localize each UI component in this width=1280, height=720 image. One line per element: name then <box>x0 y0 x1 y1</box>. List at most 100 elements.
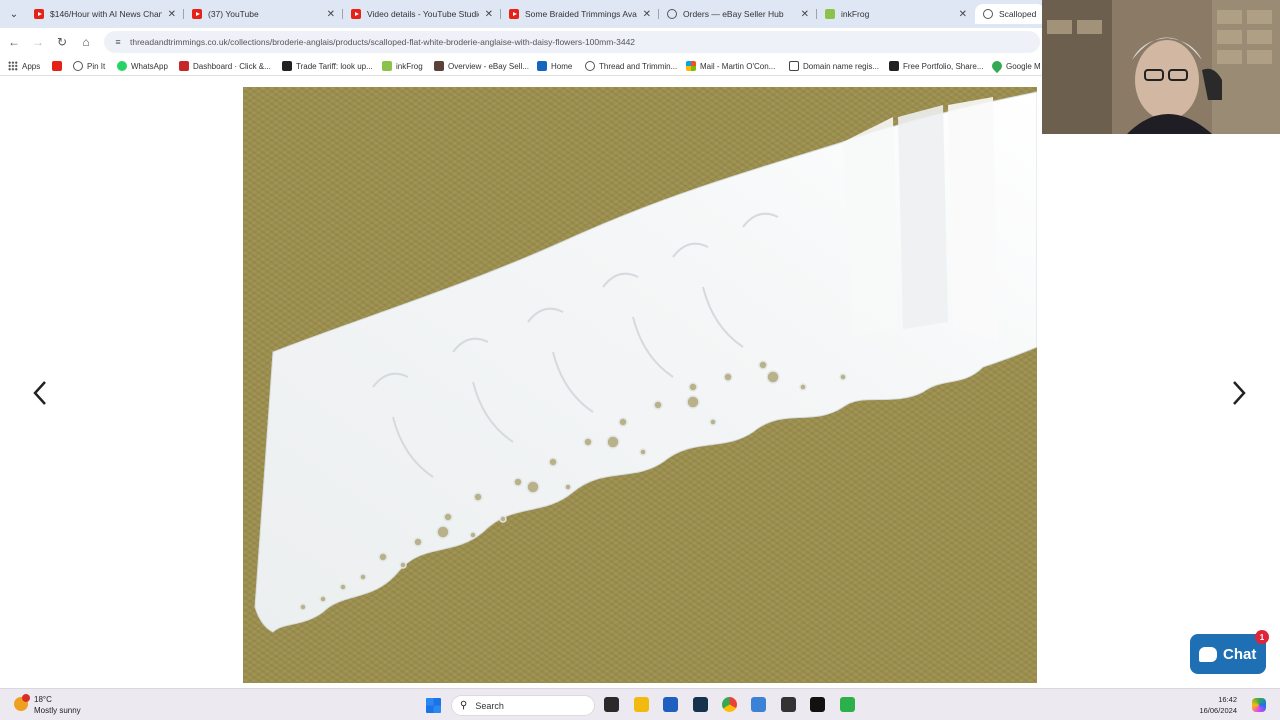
webcam-overlay <box>1042 0 1280 134</box>
clock-time[interactable]: 16:42 <box>1197 695 1237 704</box>
bookmark-youtube[interactable] <box>52 60 66 72</box>
weather-alert-badge <box>22 694 30 702</box>
tab-youtube[interactable]: (37) YouTube ✕ <box>184 4 341 24</box>
tab-title: Orders — eBay Seller Hub <box>683 9 784 19</box>
tab-close-icon[interactable]: ✕ <box>801 9 809 20</box>
bookmark-home[interactable]: Home <box>537 60 572 72</box>
windows-start-icon[interactable] <box>426 698 441 713</box>
chrome-icon[interactable] <box>722 697 737 712</box>
task-view-icon[interactable] <box>604 697 619 712</box>
bookmark-label: Thread and Trimmin... <box>599 61 678 71</box>
tab-braided-trimmings[interactable]: Some Braided Trimmings Availa ✕ <box>501 4 657 24</box>
chevron-left-icon <box>33 381 46 405</box>
reload-icon[interactable]: ↻ <box>54 34 70 50</box>
settings-app-icon[interactable] <box>751 697 766 712</box>
tab-close-icon[interactable]: ✕ <box>959 9 967 20</box>
address-bar[interactable]: ≡ threadandtrimmings.co.uk/collections/b… <box>104 31 1040 53</box>
home-bookmark-icon <box>537 61 547 71</box>
file-explorer-icon[interactable] <box>634 697 649 712</box>
whatsapp-icon <box>117 61 127 71</box>
globe-icon <box>667 9 677 19</box>
chat-button[interactable]: Chat <box>1190 634 1266 674</box>
tab-search-chevron-icon[interactable]: ⌄ <box>6 6 22 22</box>
tab-title: Some Braided Trimmings Availa <box>525 9 637 19</box>
globe-icon <box>585 61 595 71</box>
tab-close-icon[interactable]: ✕ <box>643 9 651 20</box>
tariff-icon <box>282 61 292 71</box>
tab-title: Video details - YouTube Studio <box>367 9 479 19</box>
tab-youtube-studio[interactable]: Video details - YouTube Studio ✕ <box>343 4 499 24</box>
capture-app-icon[interactable] <box>810 697 825 712</box>
youtube-icon <box>192 9 202 19</box>
inkfrog-icon <box>825 9 835 19</box>
clock-date[interactable]: 16/06/2024 <box>1187 706 1237 715</box>
chat-unread-badge: 1 <box>1255 630 1269 644</box>
bookmark-label: Apps <box>22 61 41 71</box>
bookmark-thread-trimmings[interactable]: Thread and Trimmin... <box>585 60 677 72</box>
bookmark-label: Google M <box>1006 61 1041 71</box>
tab-title: $146/Hour with AI News Chann <box>50 9 162 19</box>
bookmark-domain[interactable]: Domain name regis... <box>789 60 879 72</box>
previous-image-button[interactable] <box>28 376 52 410</box>
bookmark-dashboard[interactable]: Dashboard · Click &... <box>179 60 271 72</box>
tab-scalloped-active[interactable]: Scalloped Fla <box>975 4 1045 24</box>
windows-taskbar: 18°C Mostly sunny ⚲ Search 16:42 16/06/2… <box>0 688 1280 720</box>
domain-icon <box>789 61 799 71</box>
bookmark-inkfrog[interactable]: inkFrog <box>382 60 423 72</box>
webcam-feed <box>1042 0 1280 134</box>
bookmark-label: inkFrog <box>396 61 423 71</box>
tab-inkfrog[interactable]: inkFrog ✕ <box>817 4 973 24</box>
url-text[interactable]: threadandtrimmings.co.uk/collections/bro… <box>130 37 635 47</box>
chat-bubble-icon <box>1199 646 1217 662</box>
tab-title: inkFrog <box>841 9 870 19</box>
copilot-icon[interactable] <box>1252 698 1266 712</box>
back-arrow-icon[interactable]: ← <box>6 34 22 50</box>
chat-label: Chat <box>1223 645 1257 663</box>
microsoft-icon <box>686 61 696 71</box>
inkfrog-icon <box>382 61 392 71</box>
apps-grid-icon <box>8 61 18 71</box>
bookmark-label: WhatsApp <box>131 61 168 71</box>
weather-temperature[interactable]: 18°C <box>34 695 52 704</box>
chevron-right-icon <box>1233 381 1246 405</box>
tab-ai-news[interactable]: $146/Hour with AI News Chann ✕ <box>26 4 182 24</box>
tab-close-icon[interactable]: ✕ <box>485 9 493 20</box>
bookmark-whatsapp[interactable]: WhatsApp <box>117 60 168 72</box>
tab-ebay-orders[interactable]: Orders — eBay Seller Hub ✕ <box>659 4 815 24</box>
app-icon[interactable] <box>693 697 708 712</box>
bookmark-label: Free Portfolio, Share... <box>903 61 984 71</box>
bookmark-pin-it[interactable]: Pin It <box>73 60 105 72</box>
bookmark-label: Overview - eBay Sell... <box>448 61 529 71</box>
product-image[interactable] <box>243 87 1037 683</box>
bookmark-label: Mail - Martin O'Con... <box>700 61 776 71</box>
tab-title: (37) YouTube <box>208 9 259 19</box>
weather-description[interactable]: Mostly sunny <box>34 706 81 715</box>
search-placeholder: Search <box>475 700 504 711</box>
bookmark-portfolio[interactable]: Free Portfolio, Share... <box>889 60 983 72</box>
bookmark-label: Trade Tariff: look up... <box>296 61 373 71</box>
next-image-button[interactable] <box>1227 376 1251 410</box>
home-icon[interactable]: ⌂ <box>78 34 94 50</box>
tab-close-icon[interactable]: ✕ <box>168 9 176 20</box>
taskbar-search[interactable]: ⚲ Search <box>451 695 595 716</box>
bookmark-trade-tariff[interactable]: Trade Tariff: look up... <box>282 60 373 72</box>
green-app-icon[interactable] <box>840 697 855 712</box>
editor-app-icon[interactable] <box>781 697 796 712</box>
search-icon: ⚲ <box>460 700 468 711</box>
site-info-icon[interactable]: ≡ <box>112 36 124 48</box>
youtube-icon <box>509 9 519 19</box>
store-icon[interactable] <box>663 697 678 712</box>
bookmark-label: Dashboard · Click &... <box>193 61 271 71</box>
bookmark-label: Domain name regis... <box>803 61 880 71</box>
globe-icon <box>73 61 83 71</box>
lace-photo <box>254 91 1037 633</box>
bookmark-apps[interactable]: Apps <box>8 60 40 72</box>
bookmark-ebay-overview[interactable]: Overview - eBay Sell... <box>434 60 529 72</box>
portfolio-icon <box>889 61 899 71</box>
tab-close-icon[interactable]: ✕ <box>327 9 335 20</box>
bookmark-mail[interactable]: Mail - Martin O'Con... <box>686 60 775 72</box>
youtube-icon <box>52 61 62 71</box>
forward-arrow-icon[interactable]: → <box>30 34 46 50</box>
bookmark-google-maps[interactable]: Google M <box>989 58 1041 74</box>
maps-pin-icon <box>989 58 1005 74</box>
